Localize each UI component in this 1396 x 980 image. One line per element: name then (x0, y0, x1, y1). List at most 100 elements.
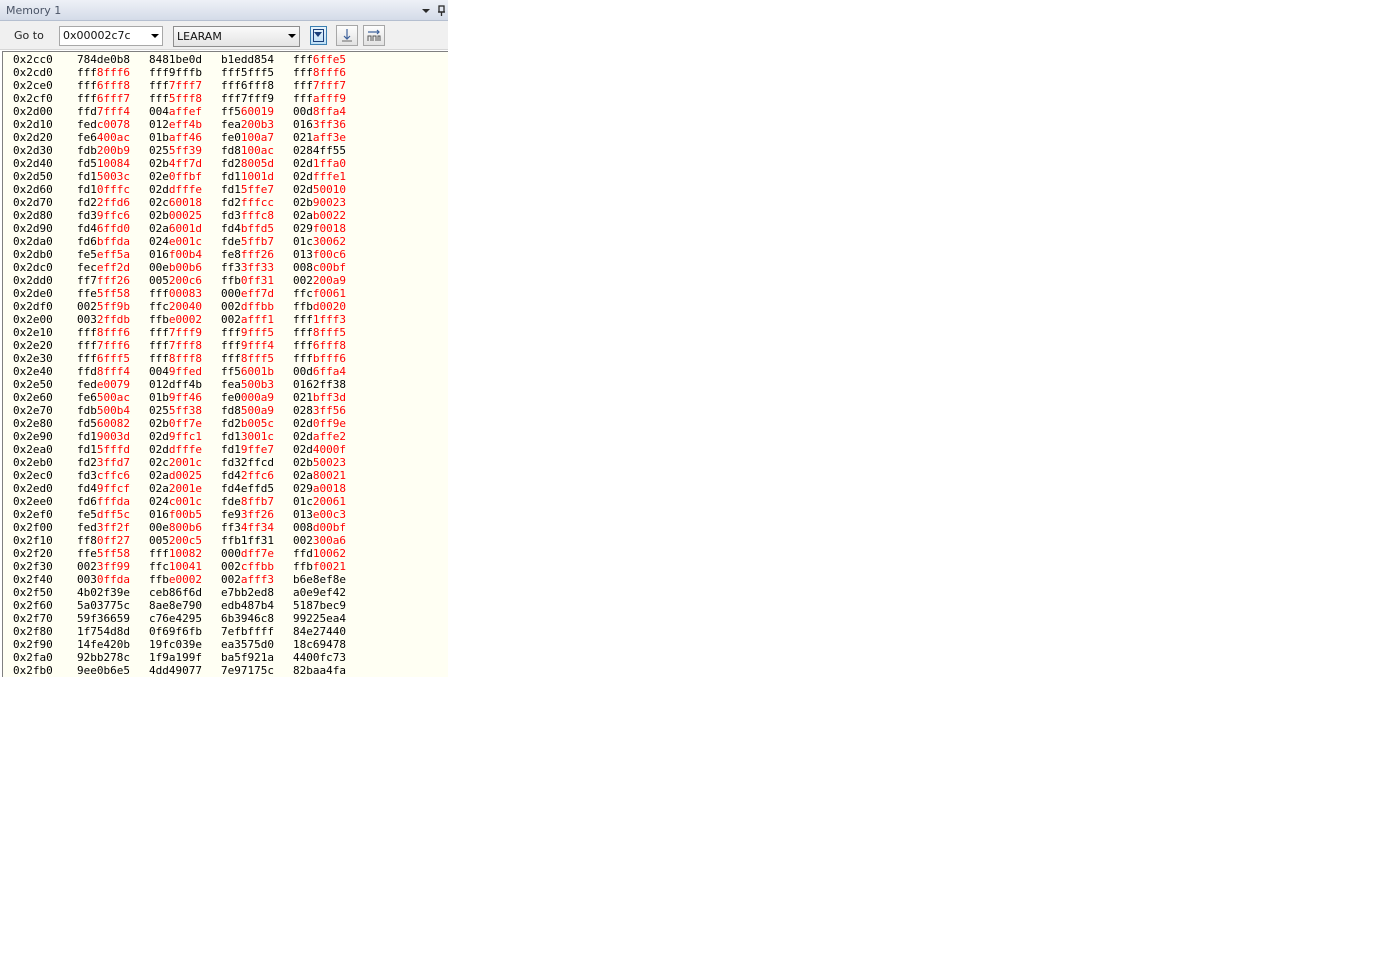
memory-row[interactable]: 0x2ed0 fd49ffcf 02a2001e fd4effd5 029a0018 (3, 482, 443, 495)
memory-word[interactable]: 02b4ff7d (149, 157, 202, 170)
memory-word[interactable]: fe6500ac (77, 391, 130, 404)
auto-refresh-button[interactable] (336, 25, 358, 46)
memory-word[interactable]: 02b00025 (149, 209, 202, 222)
memory-word[interactable]: ffd8fff4 (77, 365, 130, 378)
memory-word[interactable]: fd8100ac (221, 144, 274, 157)
memory-word[interactable]: fff8fff6 (77, 66, 130, 79)
memory-row[interactable]: 0x2d70 fd22ffd6 02c60018 fd2fffcc 02b90023 (3, 196, 443, 209)
memory-word[interactable]: fd22ffd6 (77, 196, 130, 209)
memory-word[interactable]: 02b0ff7e (149, 417, 202, 430)
memory-word[interactable]: 002300a6 (293, 534, 346, 547)
memory-word[interactable]: fff6fff8 (77, 79, 130, 92)
memory-word[interactable]: 82baa4fa (293, 664, 346, 677)
memory-word[interactable]: 02d1ffa0 (293, 157, 346, 170)
memory-word[interactable]: fd6bffda (77, 235, 130, 248)
memory-word[interactable]: 0163ff36 (293, 118, 346, 131)
memory-word[interactable]: 000eff7d (221, 287, 274, 300)
memory-word[interactable]: 02ddfffe (149, 183, 202, 196)
memory-word[interactable]: 02e0ffbf (149, 170, 202, 183)
memory-word[interactable]: 02ad0025 (149, 469, 202, 482)
memory-word[interactable]: fff6ffe5 (293, 53, 346, 66)
memory-row[interactable]: 0x2d10 fedc0078 012eff4b fea200b3 0163ff36 (3, 118, 443, 131)
memory-word[interactable]: 013f00c6 (293, 248, 346, 261)
memory-word[interactable]: fe8fff26 (221, 248, 274, 261)
memory-word[interactable]: 016f00b4 (149, 248, 202, 261)
memory-word[interactable]: ffbe0002 (149, 573, 202, 586)
memory-word[interactable]: ffbd0020 (293, 300, 346, 313)
memory-word[interactable]: fff8fff5 (221, 352, 274, 365)
memory-row[interactable]: 0x2e80 fd560082 02b0ff7e fd2b005c 02d0ff9e (3, 417, 443, 430)
memory-word[interactable]: 0162ff38 (293, 378, 346, 391)
memory-word[interactable]: fd3cffc6 (77, 469, 130, 482)
memory-row[interactable]: 0x2ef0 fe5dff5c 016f00b5 fe93ff26 013e00c3 (3, 508, 443, 521)
memory-word[interactable]: 02a80021 (293, 469, 346, 482)
memory-row[interactable]: 0x2f50 4b02f39e ceb86f6d e7bb2ed8 a0e9ef42 (3, 586, 443, 599)
memory-word[interactable]: 0255ff38 (149, 404, 202, 417)
memory-word[interactable]: fff5fff8 (149, 92, 202, 105)
memory-word[interactable]: fd13001c (221, 430, 274, 443)
memory-word[interactable]: 02c2001c (149, 456, 202, 469)
memory-word[interactable]: 0025ff9b (77, 300, 130, 313)
memory-row[interactable]: 0x2dd0 ff7fff26 005200c6 ffb0ff31 002200a9 (3, 274, 443, 287)
memory-word[interactable]: 008c00bf (293, 261, 346, 274)
memory-word[interactable]: fedc0078 (77, 118, 130, 131)
memory-row[interactable]: 0x2e00 0032ffdb ffbe0002 002afff1 fff1fff3 (3, 313, 443, 326)
chevron-down-icon[interactable] (151, 34, 159, 38)
memory-word[interactable]: fd19003d (77, 430, 130, 443)
memory-word[interactable]: fd39ffc6 (77, 209, 130, 222)
memory-word[interactable]: fff7fff8 (149, 339, 202, 352)
columns-button[interactable] (363, 25, 385, 46)
memory-word[interactable]: 012dff4b (149, 378, 202, 391)
memory-word[interactable]: ceb86f6d (149, 586, 202, 599)
memory-row[interactable]: 0x2db0 fe5eff5a 016f00b4 fe8fff26 013f00c6 (3, 248, 443, 261)
memory-word[interactable]: 4dd49077 (149, 664, 202, 677)
memory-row[interactable]: 0x2ea0 fd15fffd 02ddfffe fd19ffe7 02d4000f (3, 443, 443, 456)
memory-word[interactable]: fd2b005c (221, 417, 274, 430)
memory-row[interactable]: 0x2e40 ffd8fff4 0049ffed ff56001b 00d6ffa4 (3, 365, 443, 378)
memory-word[interactable]: 7e97175c (221, 664, 274, 677)
memory-word[interactable]: ff56001b (221, 365, 274, 378)
memory-word[interactable]: ea3575d0 (221, 638, 274, 651)
memory-word[interactable]: ff80ff27 (77, 534, 130, 547)
title-bar[interactable]: Memory 1 (0, 0, 448, 21)
memory-row[interactable]: 0x2df0 0025ff9b ffc20040 002dffbb ffbd0020 (3, 300, 443, 313)
memory-row[interactable]: 0x2d20 fe6400ac 01baff46 fe0100a7 021aff3e (3, 131, 443, 144)
memory-word[interactable]: ffb1ff31 (221, 534, 274, 547)
memory-word[interactable]: c76e4295 (149, 612, 202, 625)
memory-word[interactable]: ffc10041 (149, 560, 202, 573)
memory-word[interactable]: 024c001c (149, 495, 202, 508)
memory-word[interactable]: fea200b3 (221, 118, 274, 131)
memory-word[interactable]: fd46ffd0 (77, 222, 130, 235)
memory-word[interactable]: 002afff1 (221, 313, 274, 326)
memory-row[interactable]: 0x2d90 fd46ffd0 02a6001d fd4bffd5 029f0018 (3, 222, 443, 235)
memory-row[interactable]: 0x2cf0 fff6fff7 fff5fff8 fff7fff9 fffafff9 (3, 92, 443, 105)
memory-row[interactable]: 0x2fb0 9ee0b6e5 4dd49077 7e97175c 82baa4fa (3, 664, 443, 677)
memory-word[interactable]: fff5fff5 (221, 66, 274, 79)
memory-word[interactable]: 00d6ffa4 (293, 365, 346, 378)
memory-row[interactable]: 0x2da0 fd6bffda 024e001c fde5ffb7 01c30062 (3, 235, 443, 248)
memory-row[interactable]: 0x2de0 ffe5ff58 fff00083 000eff7d ffcf0061 (3, 287, 443, 300)
memory-word[interactable]: 004affef (149, 105, 202, 118)
memory-word[interactable]: fff7fff9 (221, 92, 274, 105)
memory-word[interactable]: fde5ffb7 (221, 235, 274, 248)
memory-row[interactable]: 0x2d00 ffd7fff4 004affef ff560019 00d8ffa4 (3, 105, 443, 118)
memory-word[interactable]: ffbf0021 (293, 560, 346, 573)
memory-word[interactable]: 0030ffda (77, 573, 130, 586)
memory-word[interactable]: 1f754d8d (77, 625, 130, 638)
memory-word[interactable]: fff8fff5 (293, 326, 346, 339)
memory-word[interactable]: ffe5ff58 (77, 287, 130, 300)
memory-word[interactable]: 013e00c3 (293, 508, 346, 521)
memory-word[interactable]: 92bb278c (77, 651, 130, 664)
memory-word[interactable]: 4400fc73 (293, 651, 346, 664)
memory-word[interactable]: 02a6001d (149, 222, 202, 235)
chevron-down-icon[interactable] (419, 3, 433, 17)
memory-word[interactable]: fe5dff5c (77, 508, 130, 521)
memory-row[interactable]: 0x2cd0 fff8fff6 fff9fffb fff5fff5 fff8fff6 (3, 66, 443, 79)
memory-word[interactable]: 0255ff39 (149, 144, 202, 157)
memory-word[interactable]: fd8500a9 (221, 404, 274, 417)
memory-word[interactable]: 02d9ffc1 (149, 430, 202, 443)
memory-word[interactable]: fd560082 (77, 417, 130, 430)
memory-word[interactable]: fd23ffd7 (77, 456, 130, 469)
pin-icon[interactable] (436, 3, 448, 17)
memory-word[interactable]: 02c60018 (149, 196, 202, 209)
